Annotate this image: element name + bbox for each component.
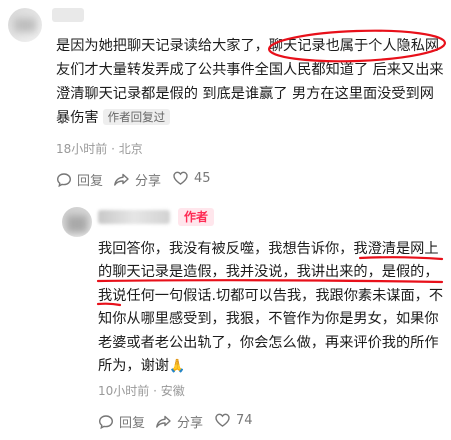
- author-tag: 作者: [178, 208, 215, 226]
- comment-like-button[interactable]: 45: [172, 170, 211, 186]
- heart-icon: [215, 413, 230, 427]
- comment-reply-button[interactable]: 回复: [56, 170, 103, 189]
- share-icon: [156, 415, 171, 428]
- reply-time-location: 10小时前 · 安徽: [98, 384, 185, 398]
- comment-like-count: 45: [194, 170, 211, 186]
- reply-author-avatar[interactable]: [62, 207, 92, 237]
- reply-share-button[interactable]: 分享: [155, 412, 203, 431]
- commenter-avatar[interactable]: [8, 8, 42, 42]
- comment-time-location: 18小时前 · 北京: [56, 142, 143, 156]
- share-icon: [114, 173, 129, 186]
- comment-share-button[interactable]: 分享: [113, 170, 161, 189]
- heart-icon: [173, 171, 188, 185]
- reply-like-count: 74: [236, 412, 253, 428]
- reply-like-button[interactable]: 74: [214, 412, 253, 428]
- pray-emoji: 🙏: [168, 359, 186, 375]
- reply-share-label: 分享: [177, 416, 204, 431]
- reply-author-name-redacted[interactable]: [98, 210, 170, 224]
- comment-body: 是因为她把聊天记录读给大家了，聊天记录也属于个人隐私网友们才大量转发弄成了公共事…: [56, 34, 448, 130]
- reply-reply-button[interactable]: 回复: [98, 412, 145, 431]
- comment-icon: [56, 172, 72, 187]
- reply-body: 我回答你，我没有被反噬，我想告诉你，我澄清是网上的聊天记录是造假，我并没说，我讲…: [98, 238, 446, 378]
- comment-icon: [98, 414, 114, 429]
- commenter-name-redacted[interactable]: [52, 8, 84, 22]
- author-replied-badge: 作者回复过: [102, 109, 171, 125]
- comment-share-label: 分享: [135, 174, 162, 189]
- reply-text: 我回答你，我没有被反噬，我想告诉你，我澄清是网上的聊天记录是造假，我并没说，我讲…: [98, 241, 444, 375]
- reply-reply-label: 回复: [119, 416, 146, 431]
- comment-reply-label: 回复: [77, 174, 104, 189]
